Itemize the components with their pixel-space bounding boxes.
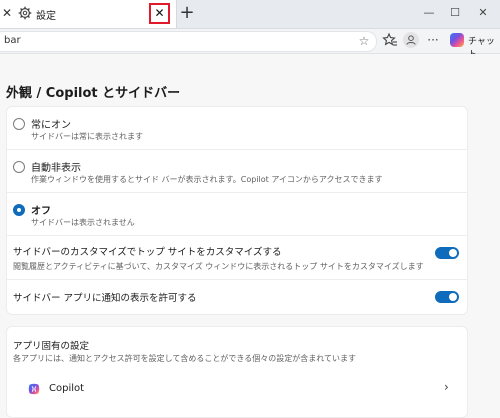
copilot-icon	[28, 383, 40, 395]
page-title: 外観 / Copilot とサイドバー	[6, 86, 181, 101]
divider	[7, 235, 467, 236]
close-icon[interactable]: ✕	[2, 6, 12, 20]
chevron-right-icon: ›	[444, 380, 449, 394]
address-bar[interactable]: bar ☆	[0, 31, 377, 52]
favorite-star-icon[interactable]: ☆	[356, 33, 372, 49]
option-label: オフ	[31, 206, 51, 217]
customize-top-sites-toggle[interactable]	[435, 247, 459, 259]
notifications-label: サイドバー アプリに通知の表示を許可する	[13, 293, 197, 304]
more-menu-icon[interactable]: ···	[425, 32, 441, 48]
window-close-button[interactable]: ✕	[474, 4, 492, 22]
radio-off[interactable]	[13, 204, 25, 216]
tab-settings[interactable]: ✕ 設定 ✕	[0, 0, 177, 28]
radio-auto-hide[interactable]	[13, 161, 25, 173]
customize-top-sites-desc: 閲覧履歴とアクティビティに基づいて、カスタマイズ ウィンドウに表示されるトップ …	[13, 262, 424, 271]
option-label: 常にオン	[31, 120, 71, 131]
notifications-toggle[interactable]	[435, 291, 459, 303]
app-settings-title: アプリ固有の設定	[13, 341, 90, 352]
toggle-knob	[449, 293, 457, 301]
toolbar: bar ☆ ··· チャット	[0, 29, 500, 60]
app-name: Copilot	[49, 383, 85, 394]
tab-close-button[interactable]: ✕	[151, 5, 168, 22]
tab-title: 設定	[36, 11, 56, 22]
settings-content: 外観 / Copilot とサイドバー 常にオン サイドバーは常に表示されます …	[0, 54, 500, 418]
new-tab-button[interactable]: +	[178, 3, 196, 23]
customize-top-sites-label: サイドバーのカスタマイズでトップ サイトをカスタマイズする	[13, 247, 282, 258]
tab-strip: ✕ 設定 ✕ + — ☐ ✕	[0, 0, 500, 29]
option-desc: サイドバーは常に表示されます	[31, 132, 143, 141]
chat-button[interactable]: チャット	[448, 31, 496, 60]
toggle-knob	[449, 249, 457, 257]
maximize-button[interactable]: ☐	[446, 4, 464, 22]
minimize-button[interactable]: —	[420, 4, 438, 22]
gear-icon	[18, 6, 32, 20]
app-settings-desc: 各アプリには、通知とアクセス許可を設定して含めることができる個々の設定が含まれて…	[13, 354, 356, 363]
option-label: 自動非表示	[31, 163, 81, 174]
tab-close-highlight: ✕	[149, 3, 170, 24]
divider	[7, 192, 467, 193]
app-settings-card: アプリ固有の設定 各アプリには、通知とアクセス許可を設定して含めることができる個…	[6, 326, 468, 418]
radio-always-on[interactable]	[13, 118, 25, 130]
copilot-icon	[450, 33, 464, 47]
sidebar-visibility-card: 常にオン サイドバーは常に表示されます 自動非表示 作業ウィンドウを使用するとサ…	[6, 106, 468, 315]
option-desc: 作業ウィンドウを使用するとサイド バーが表示されます。Copilot アイコンか…	[31, 175, 383, 184]
option-desc: サイドバーは表示されません	[31, 218, 135, 227]
divider	[7, 279, 467, 280]
address-text: bar	[4, 35, 21, 46]
favorites-icon[interactable]	[382, 32, 398, 48]
divider	[7, 149, 467, 150]
profile-avatar-icon[interactable]	[403, 32, 419, 48]
